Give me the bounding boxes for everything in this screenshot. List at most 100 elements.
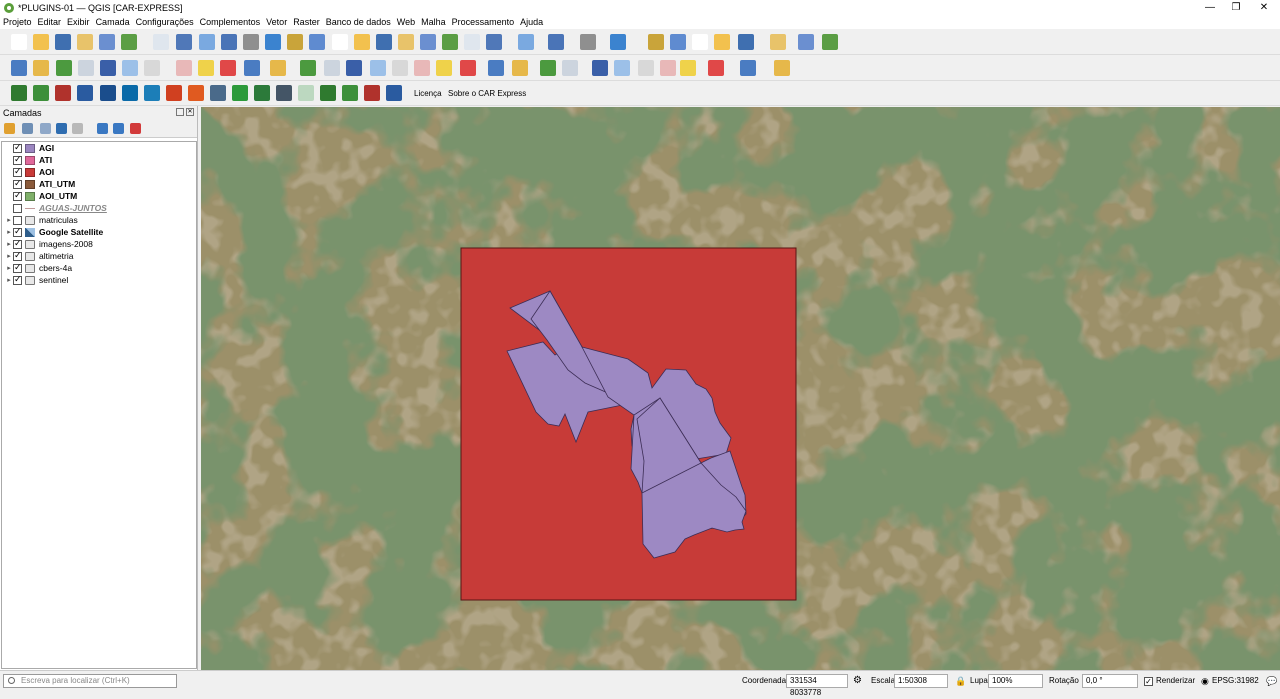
aoi-polygon[interactable] (460, 247, 797, 601)
expand-icon[interactable]: ▸ (5, 216, 13, 224)
new-project-icon[interactable] (332, 34, 348, 50)
save-as-icon[interactable] (77, 34, 93, 50)
layer-ati-utm[interactable]: ATI_UTM (2, 178, 196, 190)
remove-layer-icon[interactable] (130, 123, 141, 134)
label-icon[interactable] (324, 60, 340, 76)
filter-expression-icon[interactable] (72, 123, 83, 134)
crs-icon[interactable]: ◉ (1201, 674, 1209, 688)
menu-processamento[interactable]: Processamento (452, 17, 515, 27)
pan-to-selection-icon[interactable] (176, 34, 192, 50)
open-project-icon[interactable] (33, 34, 49, 50)
car-plugin-icon[interactable] (364, 85, 380, 101)
layer-aoi[interactable]: AOI (2, 166, 196, 178)
car-plugin-icon[interactable] (100, 85, 116, 101)
toggle-extents-icon[interactable]: ⚙ (853, 674, 862, 688)
layer-checkbox[interactable] (13, 215, 22, 225)
expand-icon[interactable]: ▸ (5, 252, 13, 260)
new-project-icon[interactable] (692, 34, 708, 50)
layer-checkbox[interactable] (13, 142, 22, 153)
save-project-icon[interactable] (376, 34, 392, 50)
edit-icon[interactable] (392, 60, 408, 76)
vertex-icon[interactable] (176, 60, 192, 76)
digitize-icon[interactable] (122, 60, 138, 76)
messages-icon[interactable]: 💬 (1266, 674, 1277, 688)
digitize-icon[interactable] (488, 60, 504, 76)
snapping-icon[interactable] (708, 60, 724, 76)
raster-tool-icon[interactable] (144, 85, 160, 101)
plugin-icon[interactable] (386, 85, 402, 101)
edit-icon[interactable] (774, 60, 790, 76)
new-project-icon[interactable] (11, 34, 27, 50)
expand-icon[interactable]: ▸ (5, 264, 13, 272)
snapping-icon[interactable] (346, 60, 362, 76)
raster-tool-icon[interactable] (232, 85, 248, 101)
menu-vetor[interactable]: Vetor (266, 17, 287, 27)
pan-icon[interactable] (153, 34, 169, 50)
edit-icon[interactable] (270, 60, 286, 76)
layer-checkbox[interactable] (13, 262, 22, 273)
vertex-icon[interactable] (56, 60, 72, 76)
expand-icon[interactable]: ▸ (5, 228, 13, 236)
car-plugin-icon[interactable] (276, 85, 292, 101)
menu-projeto[interactable]: Projeto (3, 17, 32, 27)
print-layout-icon[interactable] (420, 34, 436, 50)
zoom-selection-icon[interactable] (265, 34, 281, 50)
style-icon[interactable] (4, 123, 15, 134)
layer-checkbox[interactable] (13, 154, 22, 165)
pan-icon[interactable] (464, 34, 480, 50)
zoom-in-icon[interactable] (199, 34, 215, 50)
digitize-icon[interactable] (11, 60, 27, 76)
map-svg[interactable] (201, 107, 1280, 670)
magnifier-field[interactable]: 100% (988, 674, 1043, 688)
sentinel-icon[interactable] (77, 85, 93, 101)
sentinel-icon[interactable] (166, 85, 182, 101)
zoom-layer-icon[interactable] (648, 34, 664, 50)
label-icon[interactable] (78, 60, 94, 76)
style-manager-icon[interactable] (121, 34, 137, 50)
map-canvas[interactable] (201, 107, 1280, 670)
group-sentinel[interactable]: ▸ sentinel (2, 274, 196, 286)
car-plugin-icon[interactable] (11, 85, 27, 101)
save-as-icon[interactable] (770, 34, 786, 50)
menu-banco-de-dados[interactable]: Banco de dados (326, 17, 391, 27)
add-group-icon[interactable] (22, 123, 33, 134)
expand-icon[interactable]: ▸ (5, 240, 13, 248)
raster-tool-icon[interactable] (55, 85, 71, 101)
rotation-field[interactable]: 0,0 ° (1082, 674, 1138, 688)
style-manager-icon[interactable] (442, 34, 458, 50)
close-icon[interactable]: ✕ (1250, 0, 1278, 15)
digitize-icon[interactable] (244, 60, 260, 76)
edit-icon[interactable] (144, 60, 160, 76)
refresh-icon[interactable] (670, 34, 686, 50)
plugin-icon[interactable] (122, 85, 138, 101)
menu-raster[interactable]: Raster (293, 17, 320, 27)
save-as-icon[interactable] (398, 34, 414, 50)
plugin-icon[interactable] (33, 85, 49, 101)
snapping-icon[interactable] (460, 60, 476, 76)
zoom-full-icon[interactable] (580, 34, 596, 50)
label-icon[interactable] (436, 60, 452, 76)
pan-to-selection-icon[interactable] (486, 34, 502, 50)
expand-icon[interactable]: ▸ (5, 276, 13, 284)
float-panel-icon[interactable] (176, 108, 184, 116)
edit-icon[interactable] (33, 60, 49, 76)
edit-icon[interactable] (512, 60, 528, 76)
layer-aoi-utm[interactable]: AOI_UTM (2, 190, 196, 202)
licenca-button[interactable]: Licença (414, 89, 442, 98)
group-altimetria[interactable]: ▸ altimetria (2, 250, 196, 262)
layer-agi[interactable]: AGI (2, 142, 196, 154)
zoom-full-icon[interactable] (243, 34, 259, 50)
layer-checkbox[interactable] (13, 166, 22, 177)
layer-checkbox[interactable] (13, 238, 22, 249)
expand-all-icon[interactable] (97, 123, 108, 134)
maximize-icon[interactable]: ❐ (1222, 0, 1250, 15)
edit-icon[interactable] (638, 60, 654, 76)
style-manager-icon[interactable] (822, 34, 838, 50)
layer-checkbox[interactable] (13, 274, 22, 285)
locator-input[interactable]: Escreva para localizar (Ctrl+K) (3, 674, 177, 688)
zoom-out-icon[interactable] (548, 34, 564, 50)
snapping-icon[interactable] (220, 60, 236, 76)
refresh-icon[interactable] (309, 34, 325, 50)
snapping-icon[interactable] (592, 60, 608, 76)
layer-checkbox[interactable] (13, 250, 22, 261)
